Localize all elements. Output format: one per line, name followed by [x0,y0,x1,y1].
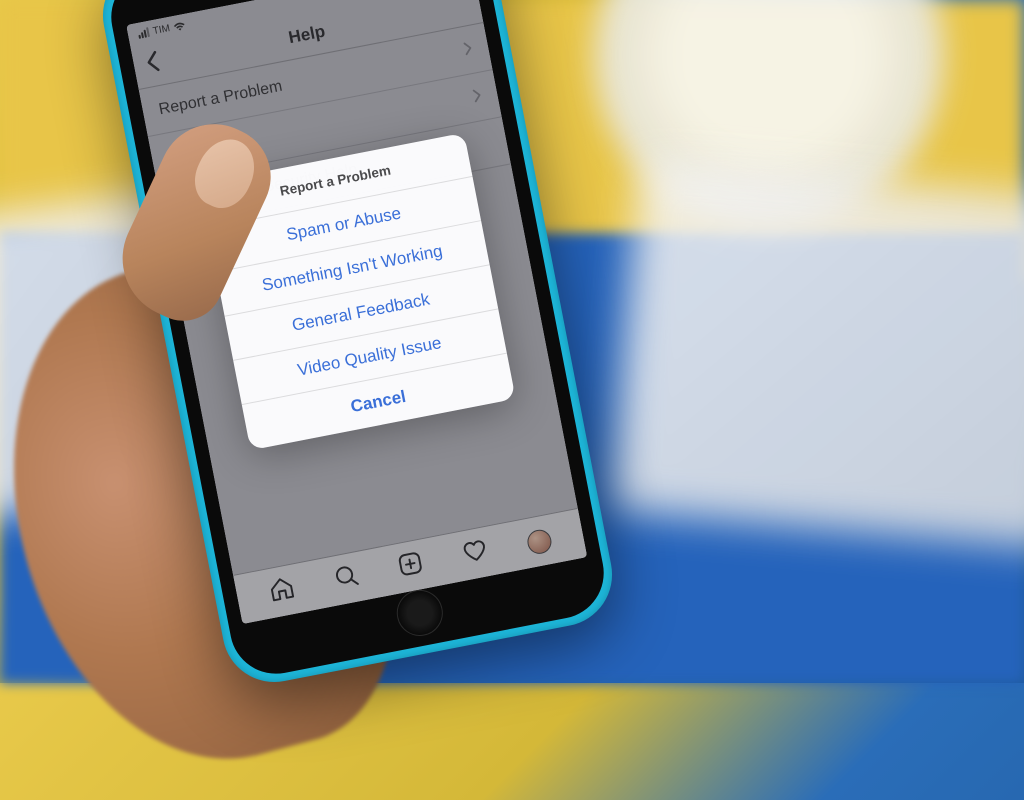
home-button[interactable] [392,586,446,640]
